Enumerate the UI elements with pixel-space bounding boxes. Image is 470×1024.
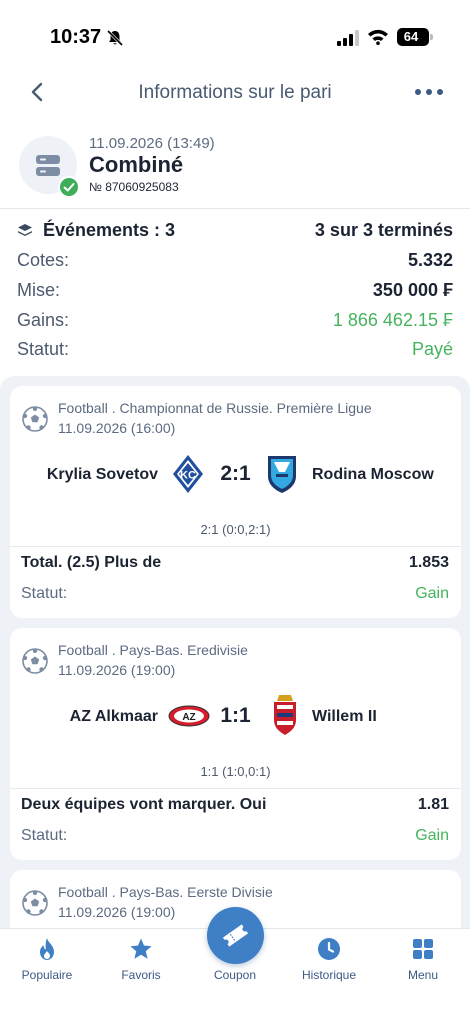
status-row: Statut: Payé xyxy=(17,339,453,365)
status-value: Payé xyxy=(411,339,453,359)
more-options-icon[interactable] xyxy=(414,82,444,102)
event-status-value: Gain xyxy=(415,585,449,602)
event-card[interactable]: Football . Championnat de Russie. Premiè… xyxy=(10,386,461,618)
nav-coupon-label: Coupon xyxy=(213,968,257,982)
divider xyxy=(0,208,470,209)
events-list: Football . Championnat de Russie. Premiè… xyxy=(0,376,470,928)
willem-ii-logo-icon xyxy=(274,695,296,735)
combined-bet-icon xyxy=(36,155,60,176)
stake-label: Mise: xyxy=(17,280,61,300)
event-date: 11.09.2026 (19:00) xyxy=(58,904,176,920)
status-time: 10:37 xyxy=(50,26,102,48)
rodina-moscow-logo-icon xyxy=(268,456,296,493)
nav-menu-label: Menu xyxy=(407,968,439,982)
event-date: 11.09.2026 (19:00) xyxy=(58,662,176,678)
football-icon xyxy=(22,890,48,916)
football-icon xyxy=(22,406,48,432)
bet-number: № 87060925083 xyxy=(89,180,179,194)
odds-row: Cotes: 5.332 xyxy=(17,250,453,276)
clock-icon xyxy=(318,938,340,960)
star-icon xyxy=(130,938,152,959)
coupon-button[interactable] xyxy=(207,907,264,964)
event-league: Football . Championnat de Russie. Premiè… xyxy=(58,400,372,416)
nav-popular[interactable]: Populaire xyxy=(0,929,94,999)
divider xyxy=(10,788,461,789)
event-status-label: Statut: xyxy=(21,827,68,844)
odds-label: Cotes: xyxy=(17,250,70,270)
grid-icon xyxy=(413,939,433,959)
football-icon xyxy=(22,648,48,674)
event-date: 11.09.2026 (16:00) xyxy=(58,420,176,436)
match-score: 1:1 xyxy=(220,704,251,727)
battery-icon: 64 xyxy=(397,28,433,46)
bet-odd: 1.853 xyxy=(408,554,449,571)
events-row: Événements : 3 3 sur 3 terminés xyxy=(17,220,453,246)
nav-popular-label: Populaire xyxy=(21,968,73,982)
winnings-row: Gains: 1 866 462.15 ₣ xyxy=(17,310,453,336)
bet-odd: 1.81 xyxy=(417,796,449,813)
away-team: Rodina Moscow xyxy=(312,466,434,483)
winnings-label: Gains: xyxy=(17,310,70,330)
page-header: Informations sur le pari xyxy=(0,70,470,114)
bell-muted-icon xyxy=(106,29,124,47)
winnings-value: 1 866 462.15 ₣ xyxy=(332,310,453,330)
event-card[interactable]: Football . Pays-Bas. Eredivisie 11.09.20… xyxy=(10,628,461,860)
nav-favorites-label: Favoris xyxy=(121,968,161,982)
event-status-label: Statut: xyxy=(21,585,68,602)
stake-value: 350 000 ₣ xyxy=(372,280,453,300)
nav-menu[interactable]: Menu xyxy=(376,929,470,999)
divider xyxy=(10,546,461,547)
bet-market: Total. (2.5) Plus de xyxy=(21,554,162,571)
odds-value: 5.332 xyxy=(407,250,453,270)
status-label: Statut: xyxy=(17,339,70,359)
flame-icon xyxy=(40,938,54,960)
nav-favorites[interactable]: Favoris xyxy=(94,929,188,999)
status-bar: 10:37 64 xyxy=(0,0,470,70)
score-detail: 2:1 (0:0,2:1) xyxy=(200,522,271,537)
score-detail: 1:1 (1:0,0:1) xyxy=(200,764,271,779)
signal-icon xyxy=(337,30,359,46)
wifi-icon xyxy=(368,29,388,45)
page-title: Informations sur le pari xyxy=(138,82,332,103)
stake-row: Mise: 350 000 ₣ xyxy=(17,280,453,306)
bet-type: Combiné xyxy=(89,152,184,177)
event-status-value: Gain xyxy=(415,827,449,844)
bet-date: 11.09.2026 (13:49) xyxy=(89,135,215,152)
nav-history[interactable]: Historique xyxy=(282,929,376,999)
event-league: Football . Pays-Bas. Eerste Divisie xyxy=(58,884,273,900)
events-label: Événements : 3 xyxy=(43,220,176,240)
event-league: Football . Pays-Bas. Eredivisie xyxy=(58,642,248,658)
ticket-icon xyxy=(222,924,249,947)
away-team: Willem II xyxy=(312,708,377,725)
bet-market: Deux équipes vont marquer. Oui xyxy=(21,796,267,813)
nav-history-label: Historique xyxy=(301,968,357,982)
check-badge-icon xyxy=(58,176,80,198)
events-value: 3 sur 3 terminés xyxy=(314,220,453,240)
battery-level: 64 xyxy=(403,29,419,44)
